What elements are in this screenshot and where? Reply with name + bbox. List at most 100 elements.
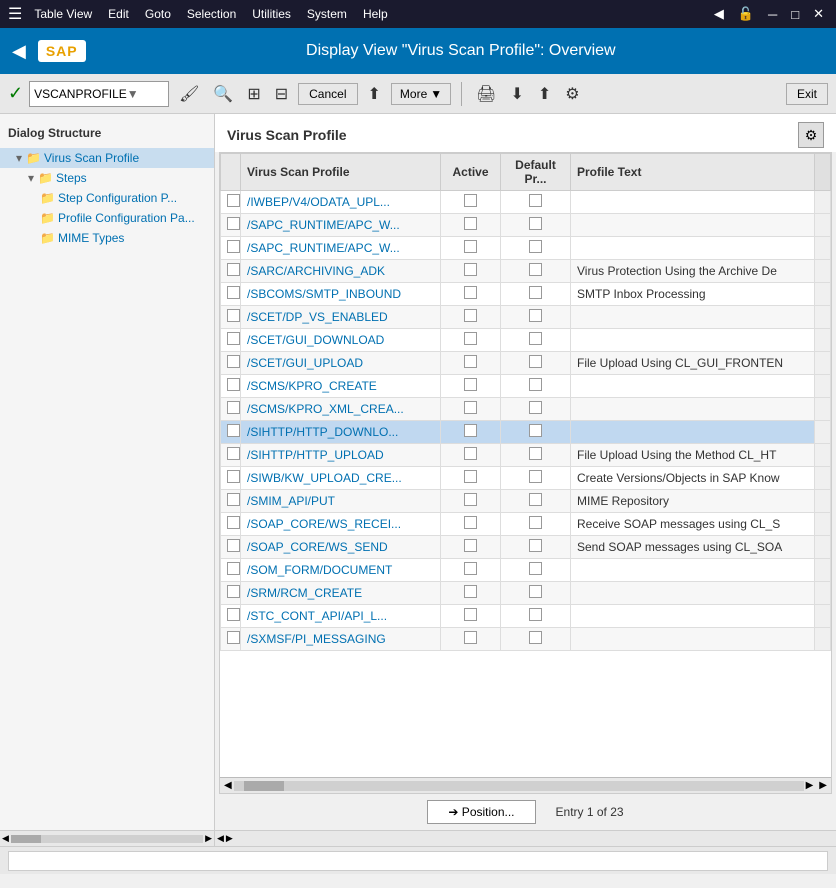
default-cell[interactable] bbox=[501, 421, 571, 444]
grid-view-btn[interactable]: ⊞ bbox=[243, 80, 264, 108]
default-cell[interactable] bbox=[501, 582, 571, 605]
default-checkbox[interactable] bbox=[529, 332, 542, 345]
menu-utilities[interactable]: Utilities bbox=[252, 7, 291, 21]
maximize-btn[interactable]: □ bbox=[787, 5, 803, 24]
download-btn[interactable]: ⬇ bbox=[506, 80, 527, 108]
default-checkbox[interactable] bbox=[529, 631, 542, 644]
table-row[interactable]: /SCET/GUI_DOWNLOAD bbox=[221, 329, 831, 352]
row-checkbox[interactable] bbox=[227, 263, 240, 276]
back-button[interactable]: ◀ bbox=[12, 41, 26, 62]
active-checkbox[interactable] bbox=[464, 585, 477, 598]
default-checkbox[interactable] bbox=[529, 562, 542, 575]
active-cell[interactable] bbox=[441, 191, 501, 214]
more-button[interactable]: More ▼ bbox=[391, 83, 451, 105]
brush-tool-btn[interactable]: 🖌 bbox=[175, 80, 203, 108]
table-row[interactable]: /SARC/ARCHIVING_ADKVirus Protection Usin… bbox=[221, 260, 831, 283]
table-row[interactable]: /SAPC_RUNTIME/APC_W... bbox=[221, 237, 831, 260]
default-cell[interactable] bbox=[501, 628, 571, 651]
default-cell[interactable] bbox=[501, 467, 571, 490]
sidebar-scroll-right[interactable]: ▶ bbox=[205, 833, 212, 844]
row-select-cell[interactable] bbox=[221, 260, 241, 283]
row-select-cell[interactable] bbox=[221, 191, 241, 214]
active-cell[interactable] bbox=[441, 375, 501, 398]
menu-help[interactable]: Help bbox=[363, 7, 388, 21]
default-checkbox[interactable] bbox=[529, 424, 542, 437]
active-checkbox[interactable] bbox=[464, 608, 477, 621]
upload2-btn[interactable]: ⬆ bbox=[534, 80, 555, 108]
lock-icon[interactable]: 🔓 bbox=[734, 4, 758, 24]
default-checkbox[interactable] bbox=[529, 608, 542, 621]
active-cell[interactable] bbox=[441, 306, 501, 329]
table-row[interactable]: /SOAP_CORE/WS_SENDSend SOAP messages usi… bbox=[221, 536, 831, 559]
active-cell[interactable] bbox=[441, 467, 501, 490]
default-cell[interactable] bbox=[501, 398, 571, 421]
minimize-btn[interactable]: ─ bbox=[764, 5, 781, 24]
row-select-cell[interactable] bbox=[221, 444, 241, 467]
active-cell[interactable] bbox=[441, 260, 501, 283]
active-cell[interactable] bbox=[441, 398, 501, 421]
row-checkbox[interactable] bbox=[227, 631, 240, 644]
menu-selection[interactable]: Selection bbox=[187, 7, 236, 21]
exit-button[interactable]: Exit bbox=[786, 83, 828, 105]
cancel-button[interactable]: Cancel bbox=[298, 83, 357, 105]
default-checkbox[interactable] bbox=[529, 240, 542, 253]
table-row[interactable]: /SRM/RCM_CREATE bbox=[221, 582, 831, 605]
row-select-cell[interactable] bbox=[221, 605, 241, 628]
active-checkbox[interactable] bbox=[464, 631, 477, 644]
default-checkbox[interactable] bbox=[529, 493, 542, 506]
status-input[interactable] bbox=[8, 851, 828, 871]
default-cell[interactable] bbox=[501, 283, 571, 306]
default-checkbox[interactable] bbox=[529, 539, 542, 552]
row-checkbox[interactable] bbox=[227, 217, 240, 230]
table-row[interactable]: /SOM_FORM/DOCUMENT bbox=[221, 559, 831, 582]
default-checkbox[interactable] bbox=[529, 585, 542, 598]
default-checkbox[interactable] bbox=[529, 447, 542, 460]
row-select-cell[interactable] bbox=[221, 375, 241, 398]
default-cell[interactable] bbox=[501, 260, 571, 283]
row-select-cell[interactable] bbox=[221, 582, 241, 605]
sidebar-scroll-track[interactable] bbox=[11, 835, 203, 843]
default-cell[interactable] bbox=[501, 559, 571, 582]
row-select-cell[interactable] bbox=[221, 237, 241, 260]
row-checkbox[interactable] bbox=[227, 332, 240, 345]
scroll-track[interactable] bbox=[234, 781, 804, 791]
table-row[interactable]: /SBCOMS/SMTP_INBOUNDSMTP Inbox Processin… bbox=[221, 283, 831, 306]
default-cell[interactable] bbox=[501, 237, 571, 260]
row-checkbox[interactable] bbox=[227, 240, 240, 253]
active-checkbox[interactable] bbox=[464, 470, 477, 483]
row-checkbox[interactable] bbox=[227, 608, 240, 621]
default-cell[interactable] bbox=[501, 444, 571, 467]
print-btn[interactable]: 🖨 bbox=[472, 80, 500, 108]
row-checkbox[interactable] bbox=[227, 493, 240, 506]
row-checkbox[interactable] bbox=[227, 585, 240, 598]
default-checkbox[interactable] bbox=[529, 355, 542, 368]
table-row[interactable]: /SIHTTP/HTTP_DOWNLO... bbox=[221, 421, 831, 444]
table-selector-dropdown[interactable]: VSCANPROFILE ▼ bbox=[29, 81, 169, 107]
position-button[interactable]: ➔ Position... bbox=[427, 800, 535, 824]
row-select-cell[interactable] bbox=[221, 536, 241, 559]
table-row[interactable]: /SCET/DP_VS_ENABLED bbox=[221, 306, 831, 329]
row-select-cell[interactable] bbox=[221, 283, 241, 306]
table-row[interactable]: /SOAP_CORE/WS_RECEI...Receive SOAP messa… bbox=[221, 513, 831, 536]
active-checkbox[interactable] bbox=[464, 424, 477, 437]
default-cell[interactable] bbox=[501, 306, 571, 329]
active-checkbox[interactable] bbox=[464, 286, 477, 299]
row-select-cell[interactable] bbox=[221, 490, 241, 513]
row-select-cell[interactable] bbox=[221, 628, 241, 651]
default-cell[interactable] bbox=[501, 490, 571, 513]
row-select-cell[interactable] bbox=[221, 329, 241, 352]
row-select-cell[interactable] bbox=[221, 352, 241, 375]
scroll-right-btn[interactable]: ▶ bbox=[804, 780, 816, 791]
active-checkbox[interactable] bbox=[464, 263, 477, 276]
table-row[interactable]: /SCET/GUI_UPLOADFile Upload Using CL_GUI… bbox=[221, 352, 831, 375]
active-checkbox[interactable] bbox=[464, 217, 477, 230]
default-checkbox[interactable] bbox=[529, 286, 542, 299]
active-cell[interactable] bbox=[441, 582, 501, 605]
active-cell[interactable] bbox=[441, 490, 501, 513]
sidebar-item-mime-types[interactable]: 📁 MIME Types bbox=[0, 228, 214, 248]
default-cell[interactable] bbox=[501, 605, 571, 628]
scroll-thumb[interactable] bbox=[244, 781, 284, 791]
default-checkbox[interactable] bbox=[529, 378, 542, 391]
table-row[interactable]: /SCMS/KPRO_CREATE bbox=[221, 375, 831, 398]
default-cell[interactable] bbox=[501, 352, 571, 375]
